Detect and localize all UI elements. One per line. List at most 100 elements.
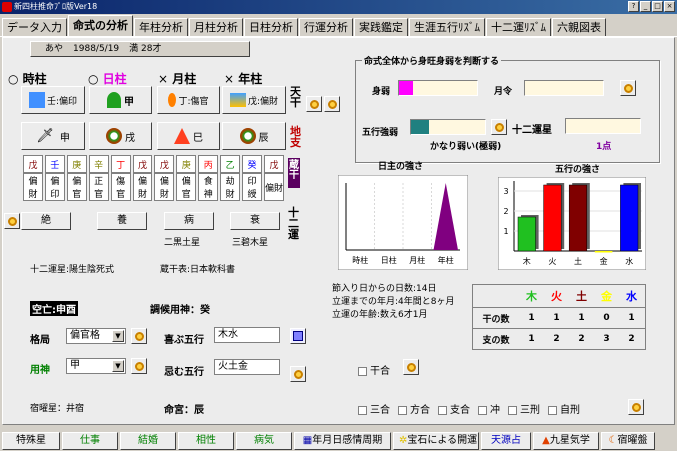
zoukan-cell[interactable]: 壬 (44, 155, 65, 173)
help-button[interactable]: ? (628, 1, 639, 12)
gogyo-fill (411, 120, 429, 134)
unsei-month[interactable]: 病 (164, 212, 214, 230)
checkbox[interactable] (358, 366, 367, 376)
zoukan-cell[interactable]: 庚 (66, 155, 87, 173)
zoukan-star[interactable]: 偏印 (44, 173, 65, 201)
strength-group (355, 60, 660, 163)
aisho-button[interactable]: 相性 (178, 432, 234, 450)
kakkyoku-info-button[interactable] (131, 328, 147, 344)
pillar-header-year: × 年柱 (224, 72, 263, 86)
chevron-down-icon[interactable]: ▼ (112, 360, 124, 372)
unsei-year[interactable]: 衰 (230, 212, 280, 230)
tokushusei-button[interactable]: 特殊星 (2, 432, 60, 450)
yoshin-label: 用神 (30, 365, 50, 376)
kyusei-month: 二黒土星 (164, 238, 201, 248)
byoki-button[interactable]: 病気 (236, 432, 292, 450)
tab-gyoun[interactable]: 行運分析 (299, 18, 353, 36)
zoukan-cell[interactable]: 庚 (176, 155, 197, 173)
tenkan-button-time[interactable]: 壬:偏印 (21, 86, 85, 114)
kyusei-year: 三碧木星 (232, 238, 269, 248)
chevron-down-icon[interactable]: ▼ (112, 330, 124, 342)
zoukan-star[interactable]: 偏官 (176, 173, 197, 201)
tenkan-info-button-1[interactable] (306, 96, 322, 112)
water-icon (28, 92, 45, 108)
minimize-button[interactable]: _ (640, 1, 651, 12)
zoukan-star[interactable]: 偏官 (66, 173, 87, 201)
tab-getchu[interactable]: 月柱分析 (189, 18, 243, 36)
kango-checkbox[interactable]: 干合 (358, 362, 390, 377)
tab-juniun-rhythm[interactable]: 十二運ﾘｽﾞﾑ (486, 18, 551, 36)
zoukan-star[interactable]: 偏財 (263, 173, 284, 201)
zoukan-star[interactable]: 食神 (198, 173, 219, 201)
tab-rokushin[interactable]: 六親図表 (552, 18, 606, 36)
unsei-day[interactable]: 養 (97, 212, 147, 230)
unsei-info-button[interactable] (4, 213, 20, 229)
yorokobu-input[interactable]: 木水 (214, 327, 280, 343)
tengen-button[interactable]: 天源占 (481, 432, 531, 450)
zoukan-cell[interactable]: 丁 (110, 155, 131, 173)
tab-data-input[interactable]: データ入力 (2, 18, 67, 36)
zoukan-cell[interactable]: 戊 (132, 155, 153, 173)
zoukan-star[interactable]: 正官 (88, 173, 109, 201)
tenkan-button-month[interactable]: 丁:傷官 (157, 86, 220, 114)
zoukan-cell[interactable]: 戊 (263, 155, 284, 173)
pillar-header-time: ○ 時柱 (8, 72, 47, 86)
chishi-button-year[interactable]: 辰 (222, 122, 286, 150)
houseki-button[interactable]: ✲宝石による開運 (393, 432, 479, 450)
unsei-time[interactable]: 絶 (21, 212, 71, 230)
yoshin-info-button[interactable] (131, 358, 147, 374)
zoukan-star[interactable]: 印綬 (242, 173, 262, 201)
maximize-button[interactable]: □ (652, 1, 663, 12)
tab-gogyo-rhythm[interactable]: 生涯五行ﾘｽﾞﾑ (409, 18, 485, 36)
chishi-button-time[interactable]: 🗡 申 (21, 122, 85, 150)
imu-info-button[interactable] (290, 366, 306, 382)
zoukan-star[interactable]: 偏財 (132, 173, 153, 201)
info-icon (134, 361, 144, 371)
zoukan-star[interactable]: 傷官 (110, 173, 131, 201)
kekkon-button[interactable]: 結婚 (120, 432, 176, 450)
sango-checkbox[interactable]: 三合 (358, 401, 390, 416)
tenkan-button-year[interactable]: 戊:偏財 (222, 86, 286, 114)
tenkan-button-day[interactable]: 甲 (89, 86, 152, 114)
gatsurei-info-button[interactable] (620, 80, 636, 96)
label-zoukan: 蔵干 (288, 158, 300, 188)
zoukan-cell[interactable]: 戊 (23, 155, 43, 173)
zoukan-star[interactable]: 劫財 (220, 173, 241, 201)
zoukan-cell[interactable]: 戊 (154, 155, 175, 173)
junisei-method: 十二運星:陽生陰死式 (30, 265, 115, 275)
grid-button[interactable] (290, 328, 306, 344)
tab-meishiki[interactable]: 命式の分析 (68, 15, 133, 36)
zoukan-cell[interactable]: 癸 (242, 155, 262, 173)
relation-info-button[interactable] (628, 399, 644, 415)
hougo-checkbox[interactable]: 方合 (398, 401, 430, 416)
tab-nicchu[interactable]: 日柱分析 (244, 18, 298, 36)
kakkyoku-select[interactable]: 偏官格 ▼ (66, 328, 126, 344)
chu-checkbox[interactable]: 冲 (478, 401, 500, 416)
tab-jissen[interactable]: 実践鑑定 (354, 18, 408, 36)
tenkan-info-button-2[interactable] (324, 96, 340, 112)
shukuyo-button[interactable]: ☾宿曜盤 (601, 432, 655, 450)
tab-nenchu[interactable]: 年柱分析 (134, 18, 188, 36)
zoukan-star[interactable]: 偏財 (23, 173, 43, 201)
left-chart-title: 日主の強さ (378, 162, 424, 172)
jikei-checkbox[interactable]: 自刑 (548, 401, 580, 416)
chishi-button-month[interactable]: 巳 (157, 122, 220, 150)
kango-info-button[interactable] (403, 359, 419, 375)
kyusei-button[interactable]: ▲九星気学 (533, 432, 599, 450)
zoukan-cell[interactable]: 辛 (88, 155, 109, 173)
zoukan-cell[interactable]: 丙 (198, 155, 219, 173)
zoukan-cell[interactable]: 乙 (220, 155, 241, 173)
shigo-checkbox[interactable]: 支合 (438, 401, 470, 416)
x-tick-label: 月柱 (409, 255, 425, 265)
sankei-checkbox[interactable]: 三刑 (508, 401, 540, 416)
birth-info: 節入り日からの日数:14日 立運までの年月:4年間と8ヶ月 立運の年齢:数え6才… (332, 283, 455, 322)
yoshin-select[interactable]: 甲 ▼ (66, 358, 126, 374)
x-tick-label: 火 (548, 257, 556, 266)
gogyo-info-button[interactable] (491, 119, 507, 135)
chishi-button-day[interactable]: 戌 (89, 122, 152, 150)
zoukan-star[interactable]: 偏財 (154, 173, 175, 201)
shigoto-button[interactable]: 仕事 (62, 432, 118, 450)
close-button[interactable]: × (664, 1, 675, 12)
kanjou-shuki-button[interactable]: ▦年月日感情周期 (294, 432, 391, 450)
imu-input[interactable]: 火土金 (214, 359, 280, 375)
